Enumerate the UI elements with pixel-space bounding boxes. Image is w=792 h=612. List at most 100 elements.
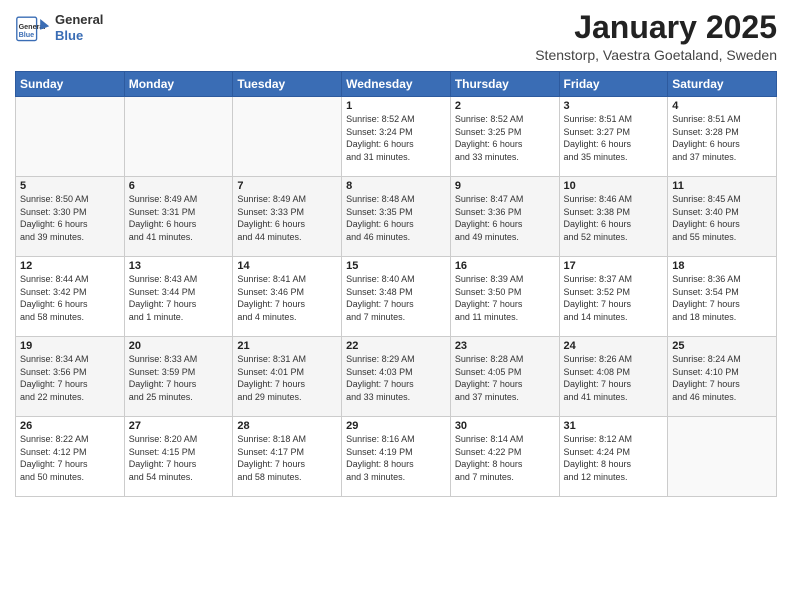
calendar-cell: 4Sunrise: 8:51 AM Sunset: 3:28 PM Daylig… xyxy=(668,97,777,177)
day-info: Sunrise: 8:29 AM Sunset: 4:03 PM Dayligh… xyxy=(346,353,446,403)
calendar-cell: 27Sunrise: 8:20 AM Sunset: 4:15 PM Dayli… xyxy=(124,417,233,497)
logo: General Blue General Blue xyxy=(15,10,103,46)
calendar-cell: 23Sunrise: 8:28 AM Sunset: 4:05 PM Dayli… xyxy=(450,337,559,417)
calendar-cell: 29Sunrise: 8:16 AM Sunset: 4:19 PM Dayli… xyxy=(342,417,451,497)
calendar-cell: 11Sunrise: 8:45 AM Sunset: 3:40 PM Dayli… xyxy=(668,177,777,257)
week-row-0: 1Sunrise: 8:52 AM Sunset: 3:24 PM Daylig… xyxy=(16,97,777,177)
day-number: 12 xyxy=(20,260,120,272)
calendar-cell: 6Sunrise: 8:49 AM Sunset: 3:31 PM Daylig… xyxy=(124,177,233,257)
day-number: 28 xyxy=(237,420,337,432)
calendar-cell xyxy=(668,417,777,497)
day-number: 8 xyxy=(346,180,446,192)
day-number: 17 xyxy=(564,260,664,272)
day-number: 3 xyxy=(564,100,664,112)
day-info: Sunrise: 8:26 AM Sunset: 4:08 PM Dayligh… xyxy=(564,353,664,403)
day-info: Sunrise: 8:16 AM Sunset: 4:19 PM Dayligh… xyxy=(346,433,446,483)
calendar-cell: 19Sunrise: 8:34 AM Sunset: 3:56 PM Dayli… xyxy=(16,337,125,417)
day-number: 4 xyxy=(672,100,772,112)
calendar-cell: 22Sunrise: 8:29 AM Sunset: 4:03 PM Dayli… xyxy=(342,337,451,417)
day-header-friday: Friday xyxy=(559,72,668,97)
day-number: 19 xyxy=(20,340,120,352)
svg-text:Blue: Blue xyxy=(19,30,35,39)
day-info: Sunrise: 8:49 AM Sunset: 3:33 PM Dayligh… xyxy=(237,193,337,243)
day-info: Sunrise: 8:18 AM Sunset: 4:17 PM Dayligh… xyxy=(237,433,337,483)
calendar-header-row: SundayMondayTuesdayWednesdayThursdayFrid… xyxy=(16,72,777,97)
header: General Blue General Blue January 2025 S… xyxy=(15,10,777,63)
main-title: January 2025 xyxy=(535,10,777,45)
day-info: Sunrise: 8:37 AM Sunset: 3:52 PM Dayligh… xyxy=(564,273,664,323)
calendar-cell xyxy=(124,97,233,177)
day-number: 25 xyxy=(672,340,772,352)
day-number: 16 xyxy=(455,260,555,272)
day-number: 5 xyxy=(20,180,120,192)
calendar: SundayMondayTuesdayWednesdayThursdayFrid… xyxy=(15,71,777,497)
day-number: 23 xyxy=(455,340,555,352)
day-info: Sunrise: 8:28 AM Sunset: 4:05 PM Dayligh… xyxy=(455,353,555,403)
day-info: Sunrise: 8:12 AM Sunset: 4:24 PM Dayligh… xyxy=(564,433,664,483)
day-number: 18 xyxy=(672,260,772,272)
calendar-cell: 30Sunrise: 8:14 AM Sunset: 4:22 PM Dayli… xyxy=(450,417,559,497)
subtitle: Stenstorp, Vaestra Goetaland, Sweden xyxy=(535,47,777,63)
day-number: 6 xyxy=(129,180,229,192)
day-info: Sunrise: 8:52 AM Sunset: 3:24 PM Dayligh… xyxy=(346,113,446,163)
calendar-cell: 1Sunrise: 8:52 AM Sunset: 3:24 PM Daylig… xyxy=(342,97,451,177)
week-row-4: 26Sunrise: 8:22 AM Sunset: 4:12 PM Dayli… xyxy=(16,417,777,497)
day-info: Sunrise: 8:40 AM Sunset: 3:48 PM Dayligh… xyxy=(346,273,446,323)
week-row-2: 12Sunrise: 8:44 AM Sunset: 3:42 PM Dayli… xyxy=(16,257,777,337)
day-number: 7 xyxy=(237,180,337,192)
day-info: Sunrise: 8:36 AM Sunset: 3:54 PM Dayligh… xyxy=(672,273,772,323)
day-number: 15 xyxy=(346,260,446,272)
day-info: Sunrise: 8:43 AM Sunset: 3:44 PM Dayligh… xyxy=(129,273,229,323)
day-info: Sunrise: 8:51 AM Sunset: 3:27 PM Dayligh… xyxy=(564,113,664,163)
calendar-cell: 28Sunrise: 8:18 AM Sunset: 4:17 PM Dayli… xyxy=(233,417,342,497)
day-info: Sunrise: 8:50 AM Sunset: 3:30 PM Dayligh… xyxy=(20,193,120,243)
calendar-cell: 7Sunrise: 8:49 AM Sunset: 3:33 PM Daylig… xyxy=(233,177,342,257)
calendar-cell: 31Sunrise: 8:12 AM Sunset: 4:24 PM Dayli… xyxy=(559,417,668,497)
day-info: Sunrise: 8:46 AM Sunset: 3:38 PM Dayligh… xyxy=(564,193,664,243)
day-number: 21 xyxy=(237,340,337,352)
day-info: Sunrise: 8:14 AM Sunset: 4:22 PM Dayligh… xyxy=(455,433,555,483)
day-number: 13 xyxy=(129,260,229,272)
day-number: 14 xyxy=(237,260,337,272)
calendar-cell: 2Sunrise: 8:52 AM Sunset: 3:25 PM Daylig… xyxy=(450,97,559,177)
day-number: 9 xyxy=(455,180,555,192)
day-number: 30 xyxy=(455,420,555,432)
day-info: Sunrise: 8:47 AM Sunset: 3:36 PM Dayligh… xyxy=(455,193,555,243)
day-number: 11 xyxy=(672,180,772,192)
calendar-cell: 8Sunrise: 8:48 AM Sunset: 3:35 PM Daylig… xyxy=(342,177,451,257)
day-header-tuesday: Tuesday xyxy=(233,72,342,97)
day-number: 1 xyxy=(346,100,446,112)
title-block: January 2025 Stenstorp, Vaestra Goetalan… xyxy=(535,10,777,63)
day-info: Sunrise: 8:52 AM Sunset: 3:25 PM Dayligh… xyxy=(455,113,555,163)
calendar-cell: 5Sunrise: 8:50 AM Sunset: 3:30 PM Daylig… xyxy=(16,177,125,257)
calendar-cell: 15Sunrise: 8:40 AM Sunset: 3:48 PM Dayli… xyxy=(342,257,451,337)
calendar-cell xyxy=(233,97,342,177)
calendar-cell: 26Sunrise: 8:22 AM Sunset: 4:12 PM Dayli… xyxy=(16,417,125,497)
day-info: Sunrise: 8:48 AM Sunset: 3:35 PM Dayligh… xyxy=(346,193,446,243)
day-info: Sunrise: 8:49 AM Sunset: 3:31 PM Dayligh… xyxy=(129,193,229,243)
day-info: Sunrise: 8:39 AM Sunset: 3:50 PM Dayligh… xyxy=(455,273,555,323)
calendar-cell: 10Sunrise: 8:46 AM Sunset: 3:38 PM Dayli… xyxy=(559,177,668,257)
calendar-cell: 25Sunrise: 8:24 AM Sunset: 4:10 PM Dayli… xyxy=(668,337,777,417)
calendar-cell: 18Sunrise: 8:36 AM Sunset: 3:54 PM Dayli… xyxy=(668,257,777,337)
day-info: Sunrise: 8:24 AM Sunset: 4:10 PM Dayligh… xyxy=(672,353,772,403)
calendar-cell: 24Sunrise: 8:26 AM Sunset: 4:08 PM Dayli… xyxy=(559,337,668,417)
calendar-cell: 20Sunrise: 8:33 AM Sunset: 3:59 PM Dayli… xyxy=(124,337,233,417)
day-header-sunday: Sunday xyxy=(16,72,125,97)
calendar-cell: 16Sunrise: 8:39 AM Sunset: 3:50 PM Dayli… xyxy=(450,257,559,337)
day-number: 22 xyxy=(346,340,446,352)
day-number: 10 xyxy=(564,180,664,192)
day-number: 2 xyxy=(455,100,555,112)
day-info: Sunrise: 8:31 AM Sunset: 4:01 PM Dayligh… xyxy=(237,353,337,403)
day-info: Sunrise: 8:41 AM Sunset: 3:46 PM Dayligh… xyxy=(237,273,337,323)
day-info: Sunrise: 8:22 AM Sunset: 4:12 PM Dayligh… xyxy=(20,433,120,483)
day-info: Sunrise: 8:33 AM Sunset: 3:59 PM Dayligh… xyxy=(129,353,229,403)
calendar-cell: 13Sunrise: 8:43 AM Sunset: 3:44 PM Dayli… xyxy=(124,257,233,337)
day-number: 27 xyxy=(129,420,229,432)
day-info: Sunrise: 8:44 AM Sunset: 3:42 PM Dayligh… xyxy=(20,273,120,323)
day-number: 24 xyxy=(564,340,664,352)
logo-line2: Blue xyxy=(55,28,103,44)
calendar-cell xyxy=(16,97,125,177)
day-header-saturday: Saturday xyxy=(668,72,777,97)
logo-line1: General xyxy=(55,12,103,28)
